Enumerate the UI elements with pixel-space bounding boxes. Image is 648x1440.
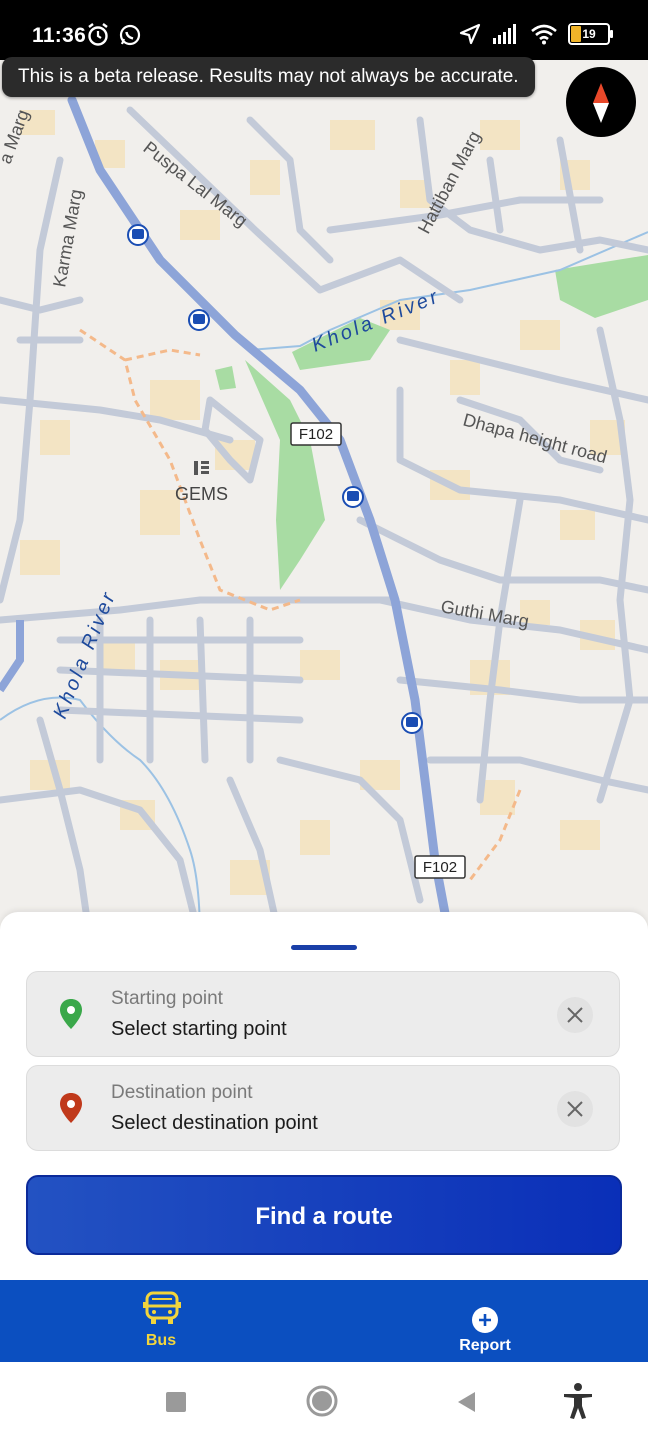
alarm-icon <box>88 23 108 46</box>
system-nav-bar <box>0 1362 648 1440</box>
road-shield-f102-a: F102 <box>290 422 342 446</box>
location-arrow-icon <box>459 23 481 45</box>
map-view[interactable]: a Marg Karma Marg Puspa Lal Marg Hattiba… <box>0 60 648 940</box>
wifi-icon <box>531 24 557 45</box>
bus-stop-icon[interactable] <box>401 712 423 734</box>
beta-banner: This is a beta release. Results may not … <box>2 57 535 97</box>
destination-point-label: Destination point <box>111 1082 253 1103</box>
road-shield-label: F102 <box>299 426 333 443</box>
bus-stop-icon[interactable] <box>127 224 149 246</box>
road-shield-label: F102 <box>423 859 457 876</box>
clear-destination-button[interactable] <box>557 1091 593 1127</box>
battery-level: 19 <box>582 27 596 41</box>
destination-pin-icon <box>60 1093 82 1123</box>
map-label-karma-marg: Karma Marg <box>49 188 86 289</box>
recent-apps-button[interactable] <box>164 1390 188 1414</box>
tab-bus-label: Bus <box>145 1332 177 1349</box>
map-label-edge: a Marg <box>0 107 33 166</box>
starting-point-label: Starting point <box>111 988 223 1009</box>
destination-point-field[interactable]: Destination point Select destination poi… <box>26 1065 620 1151</box>
tab-bus[interactable]: Bus <box>101 1280 221 1362</box>
bus-stop-icon[interactable] <box>342 486 364 508</box>
map-label-gems: GEMS <box>175 484 228 504</box>
tab-report-label: Report <box>459 1337 511 1354</box>
starting-point-value: Select starting point <box>111 1018 287 1040</box>
close-icon <box>567 1007 583 1023</box>
starting-point-field[interactable]: Starting point Select starting point <box>26 971 620 1057</box>
find-route-button[interactable]: Find a route <box>26 1175 622 1255</box>
battery-icon: 19 <box>568 23 613 45</box>
route-bottom-sheet: Starting point Select starting point Des… <box>0 912 648 1280</box>
map-label-guthi-marg: Guthi Marg <box>439 596 530 631</box>
back-button[interactable] <box>455 1390 479 1414</box>
school-icon <box>194 461 209 475</box>
start-pin-icon <box>60 999 82 1029</box>
sheet-drag-handle[interactable] <box>291 945 357 950</box>
home-button[interactable] <box>305 1384 339 1418</box>
bus-icon <box>143 1291 181 1324</box>
status-time: 11:36 <box>32 24 87 47</box>
tab-report[interactable]: Report <box>425 1280 545 1362</box>
compass-icon <box>593 83 609 123</box>
destination-point-value: Select destination point <box>111 1112 318 1134</box>
whatsapp-icon <box>119 24 141 46</box>
compass-button[interactable] <box>566 67 636 137</box>
road-shield-f102-b: F102 <box>414 855 466 879</box>
map-canvas[interactable]: a Marg Karma Marg Puspa Lal Marg Hattiba… <box>0 60 648 940</box>
signal-icon <box>493 24 516 44</box>
clear-start-button[interactable] <box>557 997 593 1033</box>
bottom-tab-bar: Bus Report <box>0 1280 648 1362</box>
bus-stop-icon[interactable] <box>188 309 210 331</box>
accessibility-icon[interactable] <box>562 1382 594 1420</box>
map-label-dhapa-height-road: Dhapa height road <box>461 410 609 468</box>
close-icon <box>567 1101 583 1117</box>
add-circle-icon <box>472 1307 498 1333</box>
